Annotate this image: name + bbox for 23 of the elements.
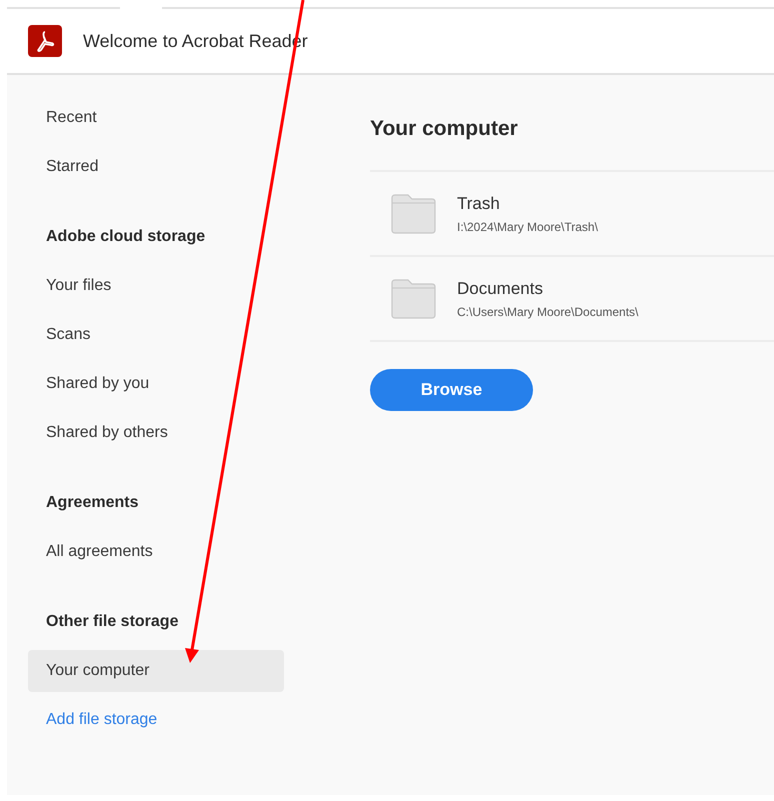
- section-heading: Other file storage: [45, 612, 178, 632]
- add-storage-link[interactable]: Add file storage: [46, 699, 158, 741]
- sidebar-item[interactable]: Shared by others: [28, 412, 284, 454]
- folder-name: Trash: [457, 194, 501, 214]
- section-heading: Adobe cloud storage: [45, 227, 206, 247]
- sidebar-item[interactable]: Scans: [28, 314, 284, 356]
- sidebar-item[interactable]: Starred: [28, 146, 284, 188]
- browse-button[interactable]: Browse: [370, 369, 533, 411]
- section-heading: Agreements: [45, 493, 138, 513]
- folder-path: C:\Users\Mary Moore\Documents\: [457, 304, 638, 318]
- sidebar-item[interactable]: Recent: [28, 97, 284, 139]
- sidebar-item[interactable]: All agreements: [28, 531, 284, 573]
- sidebar-item[interactable]: Shared by you: [28, 363, 284, 405]
- sidebar-item[interactable]: Your computer: [28, 650, 284, 692]
- section-title: Your computer: [370, 117, 518, 141]
- folder-path: I:\2024\Mary Moore\Trash\: [457, 220, 598, 234]
- folder-name: Documents: [457, 278, 544, 298]
- folder-icon: [391, 194, 436, 234]
- sidebar-item[interactable]: Your files: [28, 265, 284, 307]
- acrobat-logo-icon: [28, 25, 62, 57]
- folder-icon: [391, 278, 436, 318]
- folder-row[interactable]: Trash I:\2024\Mary Moore\Trash\: [370, 172, 774, 257]
- folder-row[interactable]: Documents C:\Users\Mary Moore\Documents\: [370, 257, 774, 342]
